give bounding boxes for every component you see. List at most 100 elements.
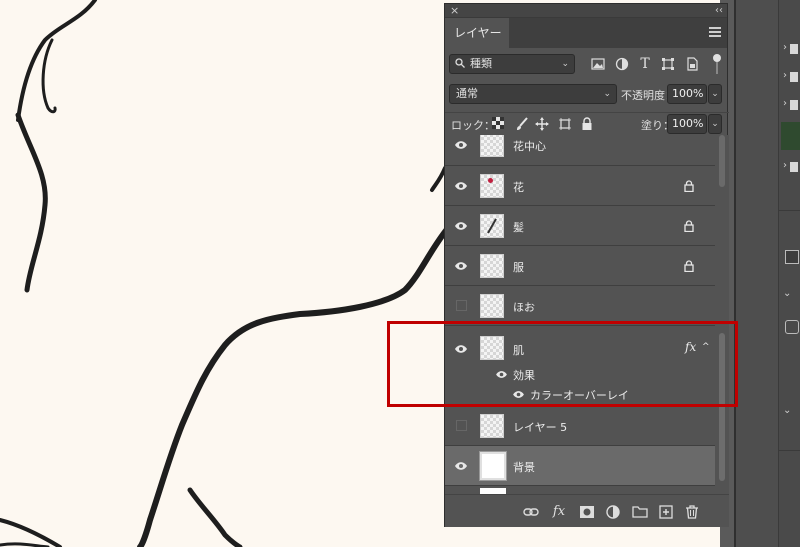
chevron-right-icon[interactable]: ›	[783, 70, 787, 81]
image-thumbnail	[781, 122, 800, 150]
chevron-right-icon[interactable]: ›	[783, 160, 787, 171]
layer-thumbnail	[480, 414, 504, 438]
chevron-up-icon[interactable]: ^	[702, 342, 710, 352]
new-layer-icon[interactable]	[658, 504, 674, 520]
lock-row: ロック： 塗り： 100% ⌄	[445, 112, 729, 134]
visibility-toggle[interactable]	[456, 300, 467, 311]
layer-thumbnail	[480, 214, 504, 238]
layer-row-background[interactable]: 背景	[445, 446, 715, 486]
eye-icon[interactable]	[454, 140, 468, 150]
dock-separator	[779, 450, 800, 451]
layer-thumbnail	[480, 336, 504, 360]
right-dock: › › › › ⌄ ⌄	[778, 0, 800, 547]
layer-name: ほお	[513, 301, 535, 314]
dock-button[interactable]	[785, 320, 799, 334]
layers-bottom-toolbar: fx	[445, 494, 729, 527]
panel-thumbnail-icon	[790, 44, 798, 54]
panel-menu-icon[interactable]	[709, 27, 721, 39]
scrollbar-thumb[interactable]	[719, 333, 725, 481]
layer-name: 花中心	[513, 140, 546, 153]
effects-label: 効果	[513, 369, 535, 382]
lock-all-icon[interactable]	[580, 117, 594, 131]
effect-name: カラーオーバーレイ	[530, 389, 629, 402]
filter-kind-value: 種類	[470, 57, 492, 70]
eye-icon[interactable]	[454, 261, 468, 271]
collapse-icon[interactable]: ‹‹	[715, 4, 723, 18]
layer-filter-row: 種類 ⌄ T	[445, 52, 729, 78]
fill-dropdown[interactable]: ⌄	[708, 114, 722, 134]
adjustment-icon[interactable]	[605, 504, 621, 520]
layer-name: 服	[513, 261, 524, 274]
shape-filter-icon[interactable]	[661, 57, 675, 71]
layer-thumbnail	[480, 174, 504, 198]
layer-list: 花中心 花 髪 服 ほお 肌 fx ^ 効果 カラーオーバーレイ レイヤー 5 …	[445, 135, 715, 494]
lock-artboard-icon[interactable]	[558, 117, 572, 131]
layer-thumbnail	[480, 135, 504, 157]
filter-toggle[interactable]	[713, 54, 721, 74]
adjustment-filter-icon[interactable]	[615, 57, 629, 71]
eye-icon[interactable]	[495, 370, 508, 379]
panel-thumbnail-icon	[790, 162, 798, 172]
eye-icon[interactable]	[454, 181, 468, 191]
panel-thumbnail-icon	[790, 100, 798, 110]
layers-panel: × ‹‹ レイヤー 種類 ⌄ T 通常 ⌄ 不透明度： 100% ⌄ ロック： …	[444, 3, 729, 527]
filter-kind-select[interactable]: 種類 ⌄	[449, 54, 575, 74]
close-icon[interactable]: ×	[450, 4, 459, 18]
opacity-dropdown[interactable]: ⌄	[708, 84, 722, 104]
layer-name: 肌	[513, 344, 524, 357]
opacity-input[interactable]: 100%	[667, 84, 707, 104]
fill-input[interactable]: 100%	[667, 114, 707, 134]
panel-tab-bar: レイヤー	[445, 18, 727, 48]
smart-object-filter-icon[interactable]	[685, 57, 699, 71]
layer-row-cheeks[interactable]: ほお	[445, 286, 715, 326]
tab-layers[interactable]: レイヤー	[445, 18, 509, 48]
type-filter-icon[interactable]: T	[638, 57, 652, 71]
mask-icon[interactable]	[579, 504, 595, 520]
pixel-filter-icon[interactable]	[591, 57, 605, 71]
chevron-right-icon[interactable]: ›	[783, 42, 787, 53]
chevron-down-icon: ⌄	[561, 59, 569, 69]
dock-strip	[736, 0, 778, 547]
eye-icon[interactable]	[454, 344, 468, 354]
blend-mode-value: 通常	[456, 87, 478, 100]
eye-icon[interactable]	[454, 461, 468, 471]
layer-row-flower[interactable]: 花	[445, 166, 715, 206]
lock-paint-icon[interactable]	[515, 117, 529, 131]
layer-thumbnail	[480, 294, 504, 318]
trash-icon[interactable]	[684, 504, 700, 520]
layer-row-hair[interactable]: 髪	[445, 206, 715, 246]
lock-icon	[684, 260, 694, 272]
layer-row-layer5[interactable]: レイヤー 5	[445, 406, 715, 446]
layer-name: レイヤー 5	[513, 421, 568, 434]
dock-separator	[779, 210, 800, 211]
chevron-right-icon[interactable]: ›	[783, 98, 787, 109]
link-icon[interactable]	[523, 504, 539, 520]
panel-title-strip[interactable]: × ‹‹	[445, 4, 727, 18]
lock-label: ロック：	[451, 119, 495, 132]
layer-row-skin[interactable]: 肌 fx ^ 効果 カラーオーバーレイ	[445, 326, 715, 406]
layer-row-flower-center[interactable]: 花中心	[445, 135, 715, 166]
layer-thumbnail	[479, 451, 507, 481]
eye-icon[interactable]	[454, 221, 468, 231]
scrollbar-upper[interactable]	[719, 135, 725, 187]
layer-name: 背景	[513, 461, 535, 474]
fx-icon[interactable]: fx	[685, 340, 696, 354]
layer-row-clothes[interactable]: 服	[445, 246, 715, 286]
search-icon	[455, 58, 465, 68]
layer-thumbnail	[480, 254, 504, 278]
panel-thumbnail-icon	[790, 72, 798, 82]
visibility-toggle[interactable]	[456, 420, 467, 431]
lock-icon	[684, 180, 694, 192]
dock-button[interactable]	[785, 250, 799, 264]
layer-scrollbar[interactable]	[715, 135, 729, 494]
eye-icon[interactable]	[512, 390, 525, 399]
chevron-down-icon[interactable]: ⌄	[783, 405, 791, 416]
lock-move-icon[interactable]	[535, 117, 549, 131]
blend-row: 通常 ⌄ 不透明度： 100% ⌄	[445, 83, 729, 105]
blend-mode-select[interactable]: 通常 ⌄	[449, 84, 617, 104]
chevron-down-icon: ⌄	[603, 89, 611, 99]
fx-icon[interactable]: fx	[551, 504, 567, 520]
lock-transparent-icon[interactable]	[491, 117, 505, 131]
chevron-down-icon[interactable]: ⌄	[783, 288, 791, 299]
folder-icon[interactable]	[632, 504, 648, 520]
